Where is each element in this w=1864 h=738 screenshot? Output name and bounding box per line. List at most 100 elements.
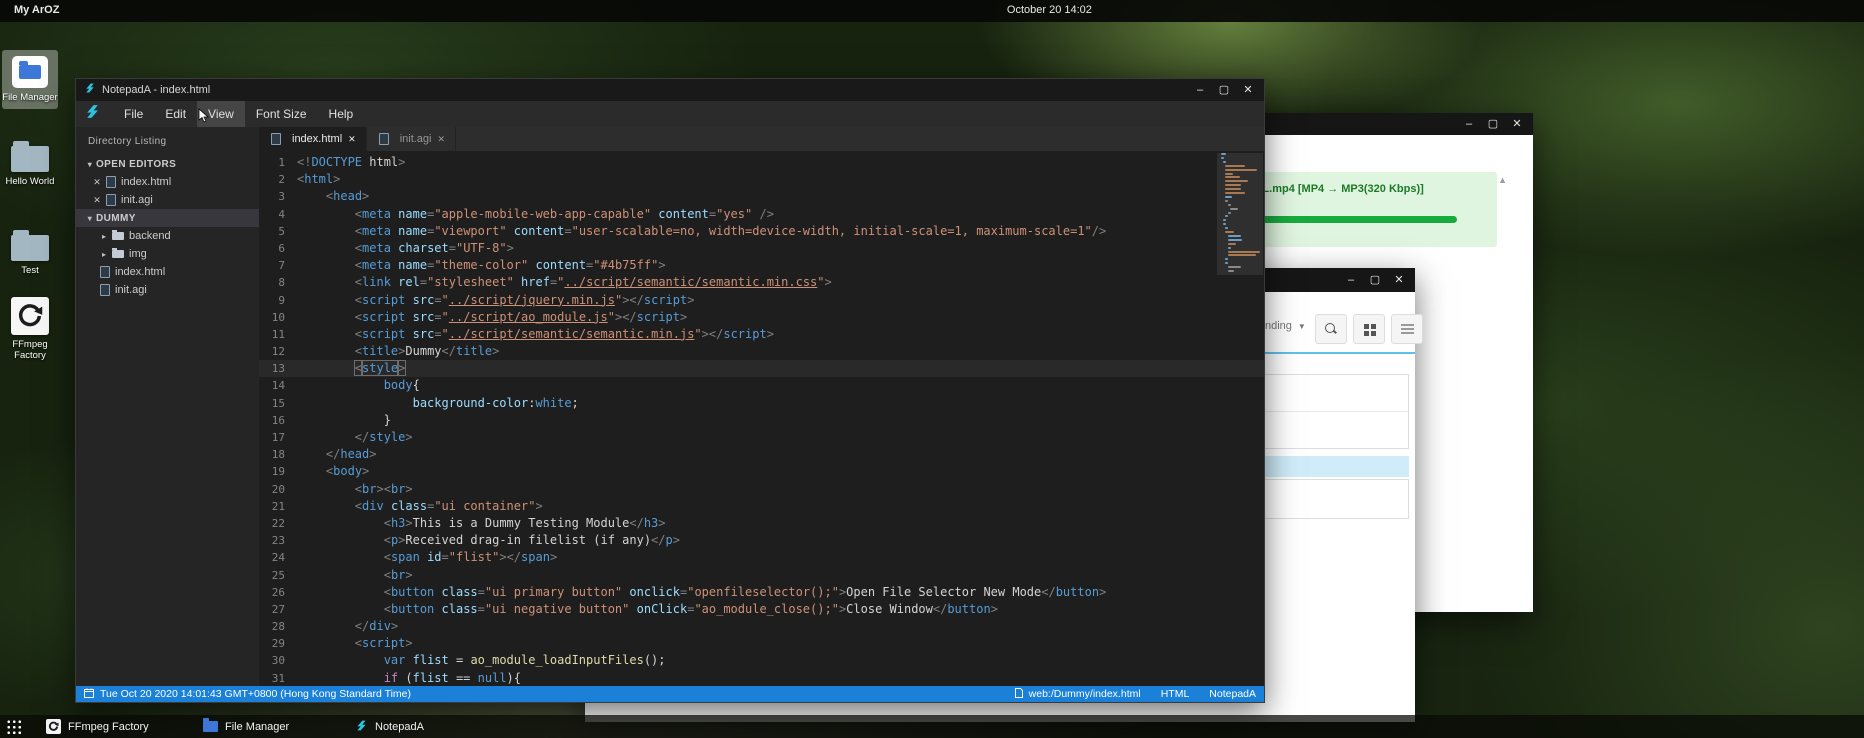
- close-icon[interactable]: ✕: [90, 177, 104, 188]
- code-line-14[interactable]: 14 body{: [259, 377, 1264, 394]
- maximize-icon[interactable]: ▢: [1214, 82, 1234, 98]
- code-line-31[interactable]: 31 if (flist == null){: [259, 670, 1264, 686]
- apps-grid-icon[interactable]: [6, 719, 21, 734]
- tree-item-index.html[interactable]: index.html: [76, 263, 259, 281]
- file-tree: ▾OPEN EDITORS✕index.html✕init.agi▾DUMMY▸…: [76, 155, 259, 299]
- close-icon[interactable]: ✕: [1507, 116, 1527, 132]
- code-line-17[interactable]: 17 </style>: [259, 429, 1264, 446]
- close-icon[interactable]: ✕: [437, 134, 445, 145]
- code-line-29[interactable]: 29 <script>: [259, 635, 1264, 652]
- tree-section-dummy[interactable]: ▾DUMMY: [76, 209, 259, 227]
- code-line-25[interactable]: 25 <br>: [259, 567, 1264, 584]
- code-line-8[interactable]: 8 <link rel="stylesheet" href="../script…: [259, 274, 1264, 291]
- line-number: 28: [259, 618, 297, 635]
- minimap-mark: [1228, 247, 1231, 249]
- desktop-icon-file-manager[interactable]: File Manager: [2, 50, 58, 109]
- list-view-button[interactable]: [1391, 314, 1423, 344]
- mouse-cursor-icon: [198, 108, 211, 124]
- code-line-13[interactable]: 13 <style>: [259, 360, 1264, 377]
- tree-item-label: index.html: [121, 176, 171, 188]
- minimap-mark: [1228, 235, 1241, 237]
- status-language[interactable]: HTML: [1161, 688, 1190, 700]
- maximize-icon[interactable]: ▢: [1483, 116, 1503, 132]
- code-line-28[interactable]: 28 </div>: [259, 618, 1264, 635]
- minimap-viewport[interactable]: [1217, 153, 1263, 275]
- minimize-icon[interactable]: –: [1459, 116, 1479, 132]
- code-line-12[interactable]: 12 <title>Dummy</title>: [259, 343, 1264, 360]
- minimap-mark: [1225, 184, 1241, 186]
- menu-help[interactable]: Help: [318, 101, 365, 127]
- tree-section-open-editors[interactable]: ▾OPEN EDITORS: [76, 155, 259, 173]
- code-line-11[interactable]: 11 <script src="../script/semantic/seman…: [259, 326, 1264, 343]
- minimize-icon[interactable]: –: [1341, 272, 1361, 288]
- code-line-3[interactable]: 3 <head>: [259, 188, 1264, 205]
- maximize-icon[interactable]: ▢: [1365, 272, 1385, 288]
- code-line-19[interactable]: 19 <body>: [259, 463, 1264, 480]
- code-text: <script src="../script/jquery.min.js"></…: [297, 292, 694, 309]
- code-line-16[interactable]: 16 }: [259, 412, 1264, 429]
- minimize-icon[interactable]: –: [1190, 82, 1210, 98]
- sort-order-dropdown[interactable]: nding▼: [1265, 320, 1306, 332]
- folder-icon: [11, 146, 49, 172]
- code-editor[interactable]: 1<!DOCTYPE html>2<html>3 <head>4 <meta n…: [259, 151, 1264, 686]
- desktop-icon-hello-world[interactable]: Hello World: [2, 138, 58, 187]
- code-line-18[interactable]: 18 </head>: [259, 446, 1264, 463]
- system-brand[interactable]: My ArOZ: [14, 4, 59, 16]
- code-line-20[interactable]: 20 <br><br>: [259, 481, 1264, 498]
- minimap[interactable]: [1221, 153, 1259, 353]
- code-text: <p>Received drag-in filelist (if any)</p…: [297, 532, 680, 549]
- taskbar-item-notepada[interactable]: NotepadA: [355, 715, 424, 738]
- tree-item-backend[interactable]: ▸backend: [76, 227, 259, 245]
- code-line-9[interactable]: 9 <script src="../script/jquery.min.js">…: [259, 292, 1264, 309]
- status-filepath[interactable]: web:/Dummy/index.html: [1029, 688, 1141, 700]
- code-line-23[interactable]: 23 <p>Received drag-in filelist (if any)…: [259, 532, 1264, 549]
- desktop-icon-ffmpeg-factory[interactable]: FFmpeg Factory: [2, 297, 58, 361]
- code-text: <script src="../script/semantic/semantic…: [297, 326, 774, 343]
- line-number: 17: [259, 429, 297, 446]
- code-line-24[interactable]: 24 <span id="flist"></span>: [259, 549, 1264, 566]
- menu-file[interactable]: File: [113, 101, 154, 127]
- desktop-icon-test[interactable]: Test: [2, 227, 58, 276]
- tree-item-index.html[interactable]: ✕ index.html: [76, 173, 259, 191]
- code-line-27[interactable]: 27 <button class="ui negative button" on…: [259, 601, 1264, 618]
- code-line-30[interactable]: 30 var flist = ao_module_loadInputFiles(…: [259, 652, 1264, 669]
- code-line-5[interactable]: 5 <meta name="viewport" content="user-sc…: [259, 223, 1264, 240]
- notepada-titlebar[interactable]: NotepadA - index.html – ▢ ✕: [76, 79, 1264, 101]
- code-line-1[interactable]: 1<!DOCTYPE html>: [259, 154, 1264, 171]
- menu-edit[interactable]: Edit: [154, 101, 197, 127]
- close-icon[interactable]: ✕: [90, 195, 104, 206]
- scroll-up-icon[interactable]: ▲: [1498, 175, 1507, 185]
- grid-view-button[interactable]: [1353, 314, 1385, 344]
- code-line-6[interactable]: 6 <meta charset="UTF-8">: [259, 240, 1264, 257]
- tab-index.html[interactable]: index.html ✕: [259, 127, 367, 151]
- taskbar-item-ffmpeg-factory[interactable]: FFmpeg Factory: [46, 715, 149, 738]
- code-line-22[interactable]: 22 <h3>This is a Dummy Testing Module</h…: [259, 515, 1264, 532]
- menu-font-size[interactable]: Font Size: [245, 101, 318, 127]
- code-line-7[interactable]: 7 <meta name="theme-color" content="#4b7…: [259, 257, 1264, 274]
- taskbar-item-file-manager[interactable]: File Manager: [203, 715, 289, 738]
- desktop-icon-label: Test: [2, 265, 58, 276]
- tab-label: index.html: [292, 133, 342, 145]
- close-icon[interactable]: ✕: [1238, 82, 1258, 98]
- tree-item-init.agi[interactable]: init.agi: [76, 281, 259, 299]
- minimap-mark: [1228, 243, 1236, 245]
- close-icon[interactable]: ✕: [348, 134, 356, 145]
- search-button[interactable]: [1315, 314, 1347, 344]
- editor-tab-bar: index.html✕init.agi✕: [259, 127, 1264, 151]
- code-line-15[interactable]: 15 background-color:white;: [259, 395, 1264, 412]
- line-number: 29: [259, 635, 297, 652]
- tab-init.agi[interactable]: init.agi✕: [367, 127, 456, 151]
- minimap-mark: [1223, 161, 1226, 163]
- close-icon[interactable]: ✕: [1389, 272, 1409, 288]
- code-line-21[interactable]: 21 <div class="ui container">: [259, 498, 1264, 515]
- minimap-mark: [1228, 239, 1242, 241]
- code-line-4[interactable]: 4 <meta name="apple-mobile-web-app-capab…: [259, 206, 1264, 223]
- tree-item-img[interactable]: ▸img: [76, 245, 259, 263]
- code-line-26[interactable]: 26 <button class="ui primary button" onc…: [259, 584, 1264, 601]
- code-line-2[interactable]: 2<html>: [259, 171, 1264, 188]
- file-icon: [100, 266, 110, 278]
- code-text: </head>: [297, 446, 377, 463]
- code-line-10[interactable]: 10 <script src="../script/ao_module.js">…: [259, 309, 1264, 326]
- line-number: 16: [259, 412, 297, 429]
- tree-item-init.agi[interactable]: ✕init.agi: [76, 191, 259, 209]
